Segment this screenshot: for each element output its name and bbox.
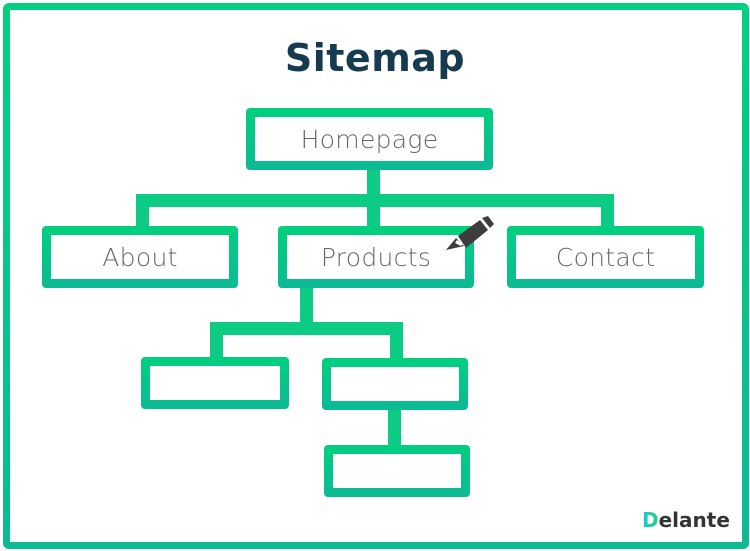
node-product-grandchild[interactable]: [324, 445, 470, 497]
connector-level2-bar: [210, 322, 403, 335]
node-contact[interactable]: Contact: [507, 226, 704, 288]
node-contact-label: Contact: [555, 242, 656, 272]
connector-homepage-down: [367, 168, 380, 198]
node-about-label: About: [102, 242, 178, 272]
logo-first-letter: D: [642, 508, 659, 532]
node-homepage-label: Homepage: [300, 124, 439, 154]
connector-contact-drop: [601, 194, 614, 230]
node-product-child-2[interactable]: [322, 358, 468, 410]
node-product-child-1[interactable]: [141, 357, 289, 409]
connector-grandchild-drop: [388, 405, 401, 449]
pencil-icon: [446, 216, 494, 250]
connector-about-drop: [136, 194, 149, 230]
connector-products-down: [300, 285, 313, 327]
node-products-label: Products: [320, 242, 432, 272]
connector-child1-drop: [210, 322, 223, 360]
node-about[interactable]: About: [42, 226, 238, 288]
node-homepage[interactable]: Homepage: [246, 108, 493, 170]
connector-child2-drop: [390, 322, 403, 360]
delante-logo: Delante: [642, 508, 730, 532]
connector-products-drop: [367, 194, 380, 230]
logo-rest: elante: [658, 508, 730, 532]
